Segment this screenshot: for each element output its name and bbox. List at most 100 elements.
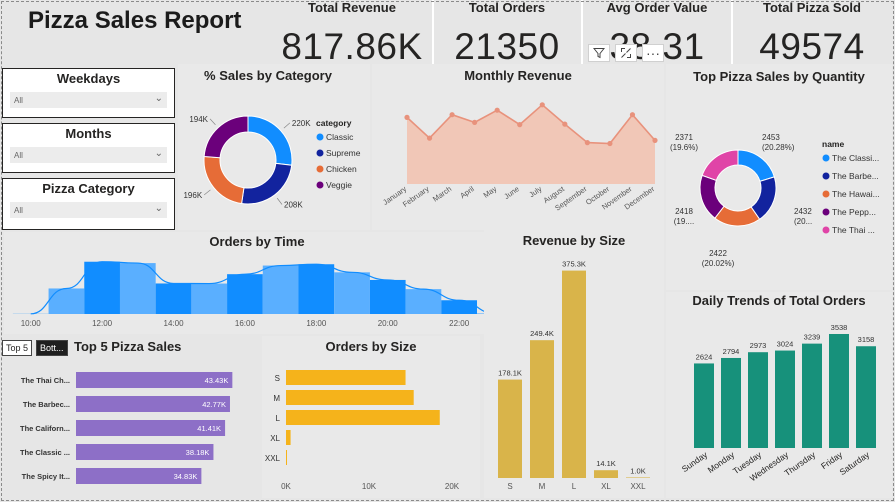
chart-title: Monthly Revenue: [464, 68, 572, 83]
data-label-value: 2422: [709, 249, 727, 258]
leader-line: [203, 189, 211, 196]
leader-line: [276, 197, 283, 205]
daily-bar: [775, 350, 795, 448]
daily-bar: [829, 333, 849, 448]
data-label: 38.18K: [186, 448, 210, 457]
legend-marker: [822, 154, 830, 162]
monthly-revenue-visual[interactable]: Monthly Revenue January February March Apri…: [372, 64, 664, 230]
category-slice: [203, 115, 249, 159]
data-point: [584, 140, 590, 146]
legend-marker: [822, 208, 830, 216]
filter-icon[interactable]: [588, 44, 610, 62]
x-tick-label: S: [507, 482, 512, 491]
daily-trends-visual[interactable]: Daily Trends of Total Orders 2624 Sunday 2…: [666, 292, 892, 498]
revenue-bar: [498, 379, 522, 478]
kpi-total-revenue: Total Revenue 817.86K: [274, 0, 430, 67]
data-point: [607, 140, 613, 147]
kpi-total-orders: Total Orders 21350: [434, 0, 580, 67]
daily-bar: [748, 352, 768, 448]
slicer-weekdays[interactable]: Weekdays All ⌄: [2, 68, 175, 118]
hour-band: [48, 288, 85, 314]
orders-by-size-visual[interactable]: Orders by Size S M L XL XXL 0K 10K 20K: [262, 336, 480, 498]
chart-title: Revenue by Size: [522, 233, 626, 248]
x-tick-label: 10K: [362, 482, 377, 491]
hour-band: [84, 261, 120, 314]
revenue-by-size-visual[interactable]: Revenue by Size 178.1K S 249.4K M 375.3K L 14.…: [484, 230, 664, 498]
legend-label: The Thai ...: [832, 225, 875, 235]
y-tick-label: L: [276, 414, 281, 423]
y-tick-label: The Thai Ch...: [21, 376, 70, 385]
data-point: [517, 122, 523, 128]
y-tick-label: XL: [270, 434, 280, 443]
slicer-months[interactable]: Months All ⌄: [2, 123, 175, 173]
revenue-area: [407, 104, 655, 184]
y-tick-label: XXL: [265, 454, 281, 463]
legend-label: The Classi...: [832, 153, 879, 163]
chart-title: Top 5 Pizza Sales: [74, 339, 182, 354]
y-tick-label: The Classic ...: [20, 448, 70, 457]
data-label-value: 2432: [794, 207, 812, 216]
weekdays-dropdown[interactable]: All ⌄: [10, 92, 167, 108]
x-tick-label: June: [502, 184, 520, 201]
slicer-title: Pizza Category: [42, 181, 135, 196]
months-dropdown[interactable]: All ⌄: [10, 147, 167, 163]
y-tick-label: S: [275, 374, 280, 383]
legend-label: The Hawai...: [832, 189, 880, 199]
kpi-value: 21350: [454, 26, 560, 67]
kpi-value: 817.86K: [281, 26, 423, 67]
hour-band: [262, 265, 299, 314]
top-5-pizza-sales-visual[interactable]: Top 5 Pizza Sales 43.43K The Thai Ch... 42…: [4, 336, 260, 498]
data-point: [404, 114, 410, 120]
revenue-by-size-chart: 178.1K S 249.4K M 375.3K L 14.1K XL 1.0K XXL: [498, 260, 650, 491]
legend-marker: [822, 172, 830, 180]
data-label: 14.1K: [596, 459, 616, 468]
x-tick-label: 20K: [445, 482, 460, 491]
legend-marker: [316, 181, 324, 189]
hour-band: [155, 283, 192, 314]
chart-title: % Sales by Category: [204, 68, 332, 83]
x-tick-label: XXL: [630, 482, 646, 491]
data-point: [539, 102, 545, 108]
data-label-value: 2418: [675, 207, 693, 216]
sales-by-category-chart: 220K 208K 196K 194K category Classic Supreme Ch…: [183, 115, 360, 210]
chart-title: Top Pizza Sales by Quantity: [693, 69, 865, 84]
y-tick-label: The Californ...: [20, 424, 70, 433]
category-slice: [247, 115, 293, 166]
focus-mode-icon[interactable]: [615, 44, 637, 62]
pizza-category-dropdown[interactable]: All ⌄: [10, 202, 167, 218]
data-label: 178.1K: [498, 369, 522, 378]
data-label: 41.41K: [197, 424, 221, 433]
top-pizza-quantity-visual[interactable]: Top Pizza Sales by Quantity 2453 (20.28%)…: [666, 64, 892, 290]
kpi-total-pizza-sold: Total Pizza Sold 49574: [733, 0, 891, 67]
kpi-label: Total Revenue: [308, 0, 396, 15]
orders-size-bar: [286, 390, 414, 405]
kpi-label: Total Pizza Sold: [763, 0, 861, 15]
hour-band: [369, 279, 406, 314]
dropdown-value: All: [14, 206, 23, 215]
hour-band: [441, 300, 478, 314]
quantity-slice: [737, 149, 775, 182]
dropdown-value: All: [14, 151, 23, 160]
chevron-down-icon: ⌄: [154, 203, 163, 214]
data-label-value: 2453: [762, 133, 780, 142]
sales-by-category-visual[interactable]: % Sales by Category 220K 208K 196K 194K cate…: [178, 64, 370, 230]
kpi-value: 49574: [759, 26, 865, 67]
hour-band: [405, 289, 442, 314]
x-tick-label: 18:00: [306, 319, 327, 328]
x-tick-label: Sunday: [680, 449, 710, 474]
x-tick-label: April: [458, 184, 476, 200]
data-label-pct: (20.28%): [762, 143, 795, 152]
data-label: 220K: [292, 119, 311, 128]
x-tick-label: M: [539, 482, 546, 491]
daily-trends-chart: 2624Sunday2794Monday2973Tuesday3024Wedne…: [680, 323, 876, 483]
data-label: 2794: [723, 347, 740, 356]
data-label: 43.43K: [205, 376, 229, 385]
x-tick-label: 0K: [281, 482, 291, 491]
data-point: [562, 121, 568, 127]
legend-title: name: [822, 139, 844, 149]
y-tick-label: The Barbec...: [23, 400, 70, 409]
slicer-pizza-category[interactable]: Pizza Category All ⌄: [2, 178, 175, 230]
more-options-icon[interactable]: ···: [642, 44, 664, 62]
orders-by-time-visual[interactable]: Orders by Time 10:00 12:00 14:00 16:00 18:00…: [4, 232, 510, 334]
data-label: 196K: [183, 191, 202, 200]
